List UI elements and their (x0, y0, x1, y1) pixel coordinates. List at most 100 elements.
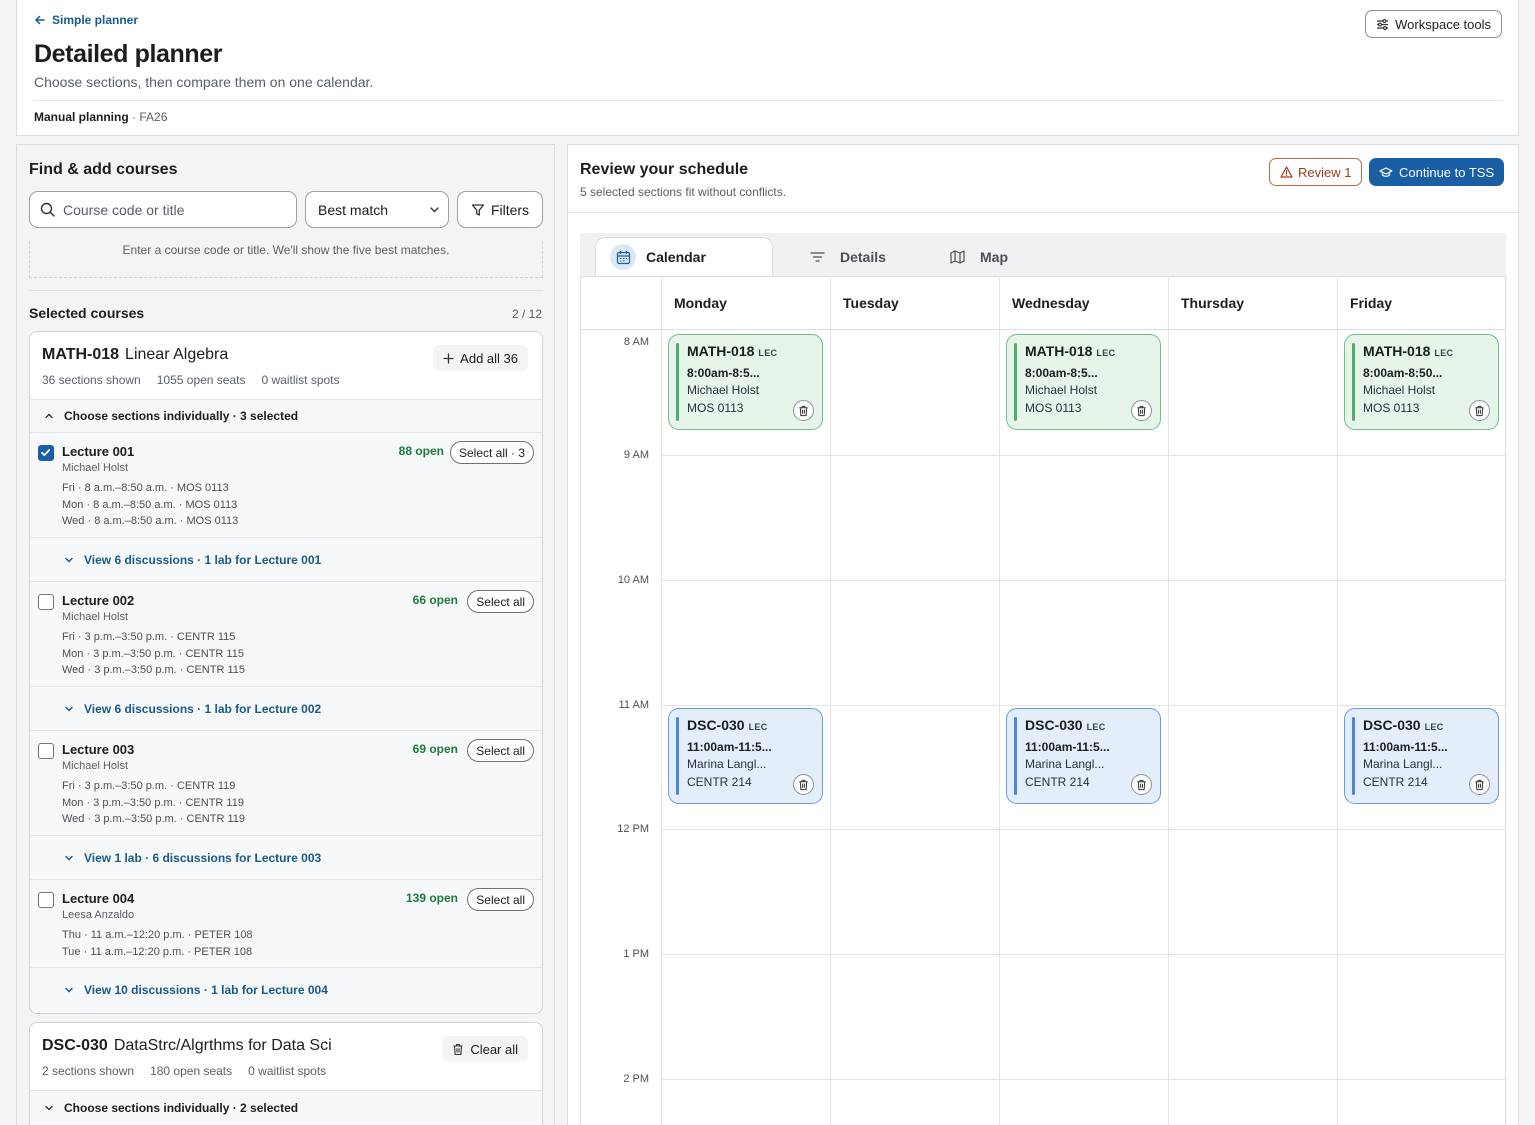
back-link-label: Simple planner (52, 13, 139, 27)
sections-shown: 36 sections shown (42, 373, 141, 387)
tab-details-label: Details (840, 248, 886, 265)
sort-value: Best match (318, 201, 389, 218)
meeting-time: Fri · 3 p.m.–3:50 p.m. · CENTR 115 (62, 631, 236, 643)
select-all-button[interactable]: Select all · 3 (449, 441, 534, 464)
grid-line (661, 705, 1505, 706)
lecture-checkbox[interactable] (38, 445, 54, 461)
course-card-header: DSC-030 DataStrc/Algrthms for Data Sci 2 … (30, 1023, 542, 1091)
grid-line (1337, 277, 1338, 1125)
event-time: 8:00am-8:5... (687, 366, 760, 380)
calendar-day-header: Monday Tuesday Wednesday Thursday Friday (581, 277, 1505, 330)
clear-all-button[interactable]: Clear all (442, 1036, 528, 1062)
review-warnings-button[interactable]: Review 1 (1269, 158, 1363, 186)
search-hint: Enter a course code or title. We'll show… (29, 241, 543, 278)
delete-event-button[interactable] (1131, 774, 1152, 795)
lecture-title: Lecture 004 (62, 891, 135, 906)
back-to-simple-planner-link[interactable]: Simple planner (34, 13, 138, 27)
event-math-018-friday[interactable]: MATH-018 LEC 8:00am-8:50... Michael Holst… (1344, 334, 1499, 430)
grid-line (661, 455, 1505, 456)
course-stats: 36 sections shown 1055 open seats 0 wait… (42, 373, 340, 387)
event-code: MATH-018 (1363, 343, 1431, 359)
sections-shown: 2 sections shown (42, 1064, 135, 1078)
add-all-button[interactable]: Add all 36 (433, 345, 528, 371)
selected-courses-title: Selected courses (29, 305, 145, 321)
filter-icon (471, 203, 485, 217)
event-code: MATH-018 (687, 343, 755, 359)
tab-map[interactable]: Map (930, 237, 1022, 276)
choose-sections-label: Choose sections individually · 3 selecte… (64, 409, 299, 423)
view-discussions-label: View 6 discussions · 1 lab for Lecture 0… (84, 552, 322, 567)
course-search-box[interactable] (29, 191, 297, 228)
review-subtitle: 5 selected sections fit without conflict… (580, 185, 787, 199)
trash-icon (799, 779, 808, 790)
delete-event-button[interactable] (1469, 400, 1490, 421)
event-instructor: Marina Langl... (1025, 757, 1105, 771)
week-calendar: Monday Tuesday Wednesday Thursday Friday… (580, 276, 1506, 1125)
lecture-checkbox[interactable] (38, 594, 54, 610)
trash-icon (799, 405, 808, 416)
delete-event-button[interactable] (1131, 400, 1152, 421)
course-code: MATH-018 (42, 346, 120, 363)
continue-label: Continue to TSS (1399, 164, 1495, 180)
view-discussions-toggle[interactable]: View 6 discussions · 1 lab for Lecture 0… (30, 538, 542, 582)
time-label: 2 PM (623, 1073, 649, 1085)
choose-sections-label: Choose sections individually · 2 selecte… (64, 1100, 299, 1115)
open-seats-badge: 88 open (398, 444, 444, 458)
choose-sections-toggle[interactable]: Choose sections individually · 3 selecte… (30, 400, 542, 433)
filters-label: Filters (490, 201, 530, 218)
event-dsc-030-friday[interactable]: DSC-030 LEC 11:00am-11:5... Marina Langl.… (1344, 708, 1499, 804)
course-title: MATH-018 Linear Algebra (42, 346, 228, 364)
filters-button[interactable]: Filters (457, 191, 543, 228)
schedule-review-panel: Review your schedule 5 selected sections… (567, 144, 1519, 1125)
sort-select[interactable]: Best match (305, 191, 449, 228)
header-divider (34, 100, 1502, 101)
tab-details[interactable]: Details (790, 237, 900, 276)
warning-icon (1280, 166, 1293, 178)
view-discussions-toggle[interactable]: View 1 lab · 6 discussions for Lecture 0… (30, 836, 542, 880)
event-dsc-030-monday[interactable]: DSC-030 LEC 11:00am-11:5... Marina Langl.… (668, 708, 823, 804)
grid-line (661, 277, 662, 1125)
event-course: MATH-018 LEC (1025, 342, 1160, 362)
lecture-checkbox[interactable] (38, 743, 54, 759)
plus-icon (443, 352, 454, 364)
delete-event-button[interactable] (793, 774, 814, 795)
time-label: 12 PM (617, 823, 649, 835)
view-discussions-toggle[interactable]: View 6 discussions · 1 lab for Lecture 0… (30, 687, 542, 731)
open-seats: 1055 open seats (156, 373, 246, 387)
course-card-header: MATH-018 Linear Algebra 36 sections shown… (30, 332, 542, 400)
meeting-time: Wed · 3 p.m.–3:50 p.m. · CENTR 119 (62, 813, 245, 825)
grid-line (1168, 277, 1169, 1125)
event-instructor: Michael Holst (1363, 383, 1436, 397)
event-course: DSC-030 LEC (1363, 716, 1498, 736)
meeting-time: Wed · 8 a.m.–8:50 a.m. · MOS 0113 (62, 515, 239, 527)
course-name: DataStrc/Algrthms for Data Sci (113, 1037, 332, 1054)
select-all-button[interactable]: Select all (467, 590, 534, 613)
select-all-button[interactable]: Select all (467, 739, 534, 762)
delete-event-button[interactable] (793, 400, 814, 421)
page-subtitle: Choose sections, then compare them on on… (34, 74, 374, 90)
meeting-time: Mon · 3 p.m.–3:50 p.m. · CENTR 115 (62, 647, 244, 660)
continue-to-tss-button[interactable]: Continue to TSS (1369, 158, 1505, 186)
waitlist-spots: 0 waitlist spots (261, 373, 340, 387)
view-discussions-toggle[interactable]: View 10 discussions · 1 lab for Lecture … (30, 968, 542, 1012)
select-all-button[interactable]: Select all (467, 888, 534, 911)
view-discussions-label: View 10 discussions · 1 lab for Lecture … (84, 983, 328, 997)
trash-icon (1475, 405, 1484, 416)
choose-sections-toggle[interactable]: Choose sections individually · 2 selecte… (30, 1091, 542, 1124)
review-title: Review your schedule (580, 161, 749, 178)
workspace-tools-label: Workspace tools (1395, 16, 1491, 32)
finder-title: Find & add courses (29, 161, 178, 178)
event-math-018-monday[interactable]: MATH-018 LEC 8:00am-8:5... Michael Holst … (668, 334, 823, 430)
event-dsc-030-wednesday[interactable]: DSC-030 LEC 11:00am-11:5... Marina Langl.… (1006, 708, 1161, 804)
view-tabs: Calendar Details Map (580, 233, 1506, 276)
delete-event-button[interactable] (1469, 774, 1490, 795)
plan-meta: Manual planning · FA26 (34, 110, 167, 124)
event-math-018-wednesday[interactable]: MATH-018 LEC 8:00am-8:5... Michael Holst … (1006, 334, 1161, 430)
lecture-checkbox[interactable] (38, 892, 54, 908)
chevron-down-icon (429, 204, 440, 215)
workspace-tools-button[interactable]: Workspace tools (1365, 10, 1502, 38)
tab-calendar[interactable]: Calendar (595, 237, 773, 276)
course-search-input[interactable] (63, 201, 273, 218)
list-icon (804, 244, 830, 270)
chevron-down-icon (44, 1103, 54, 1113)
